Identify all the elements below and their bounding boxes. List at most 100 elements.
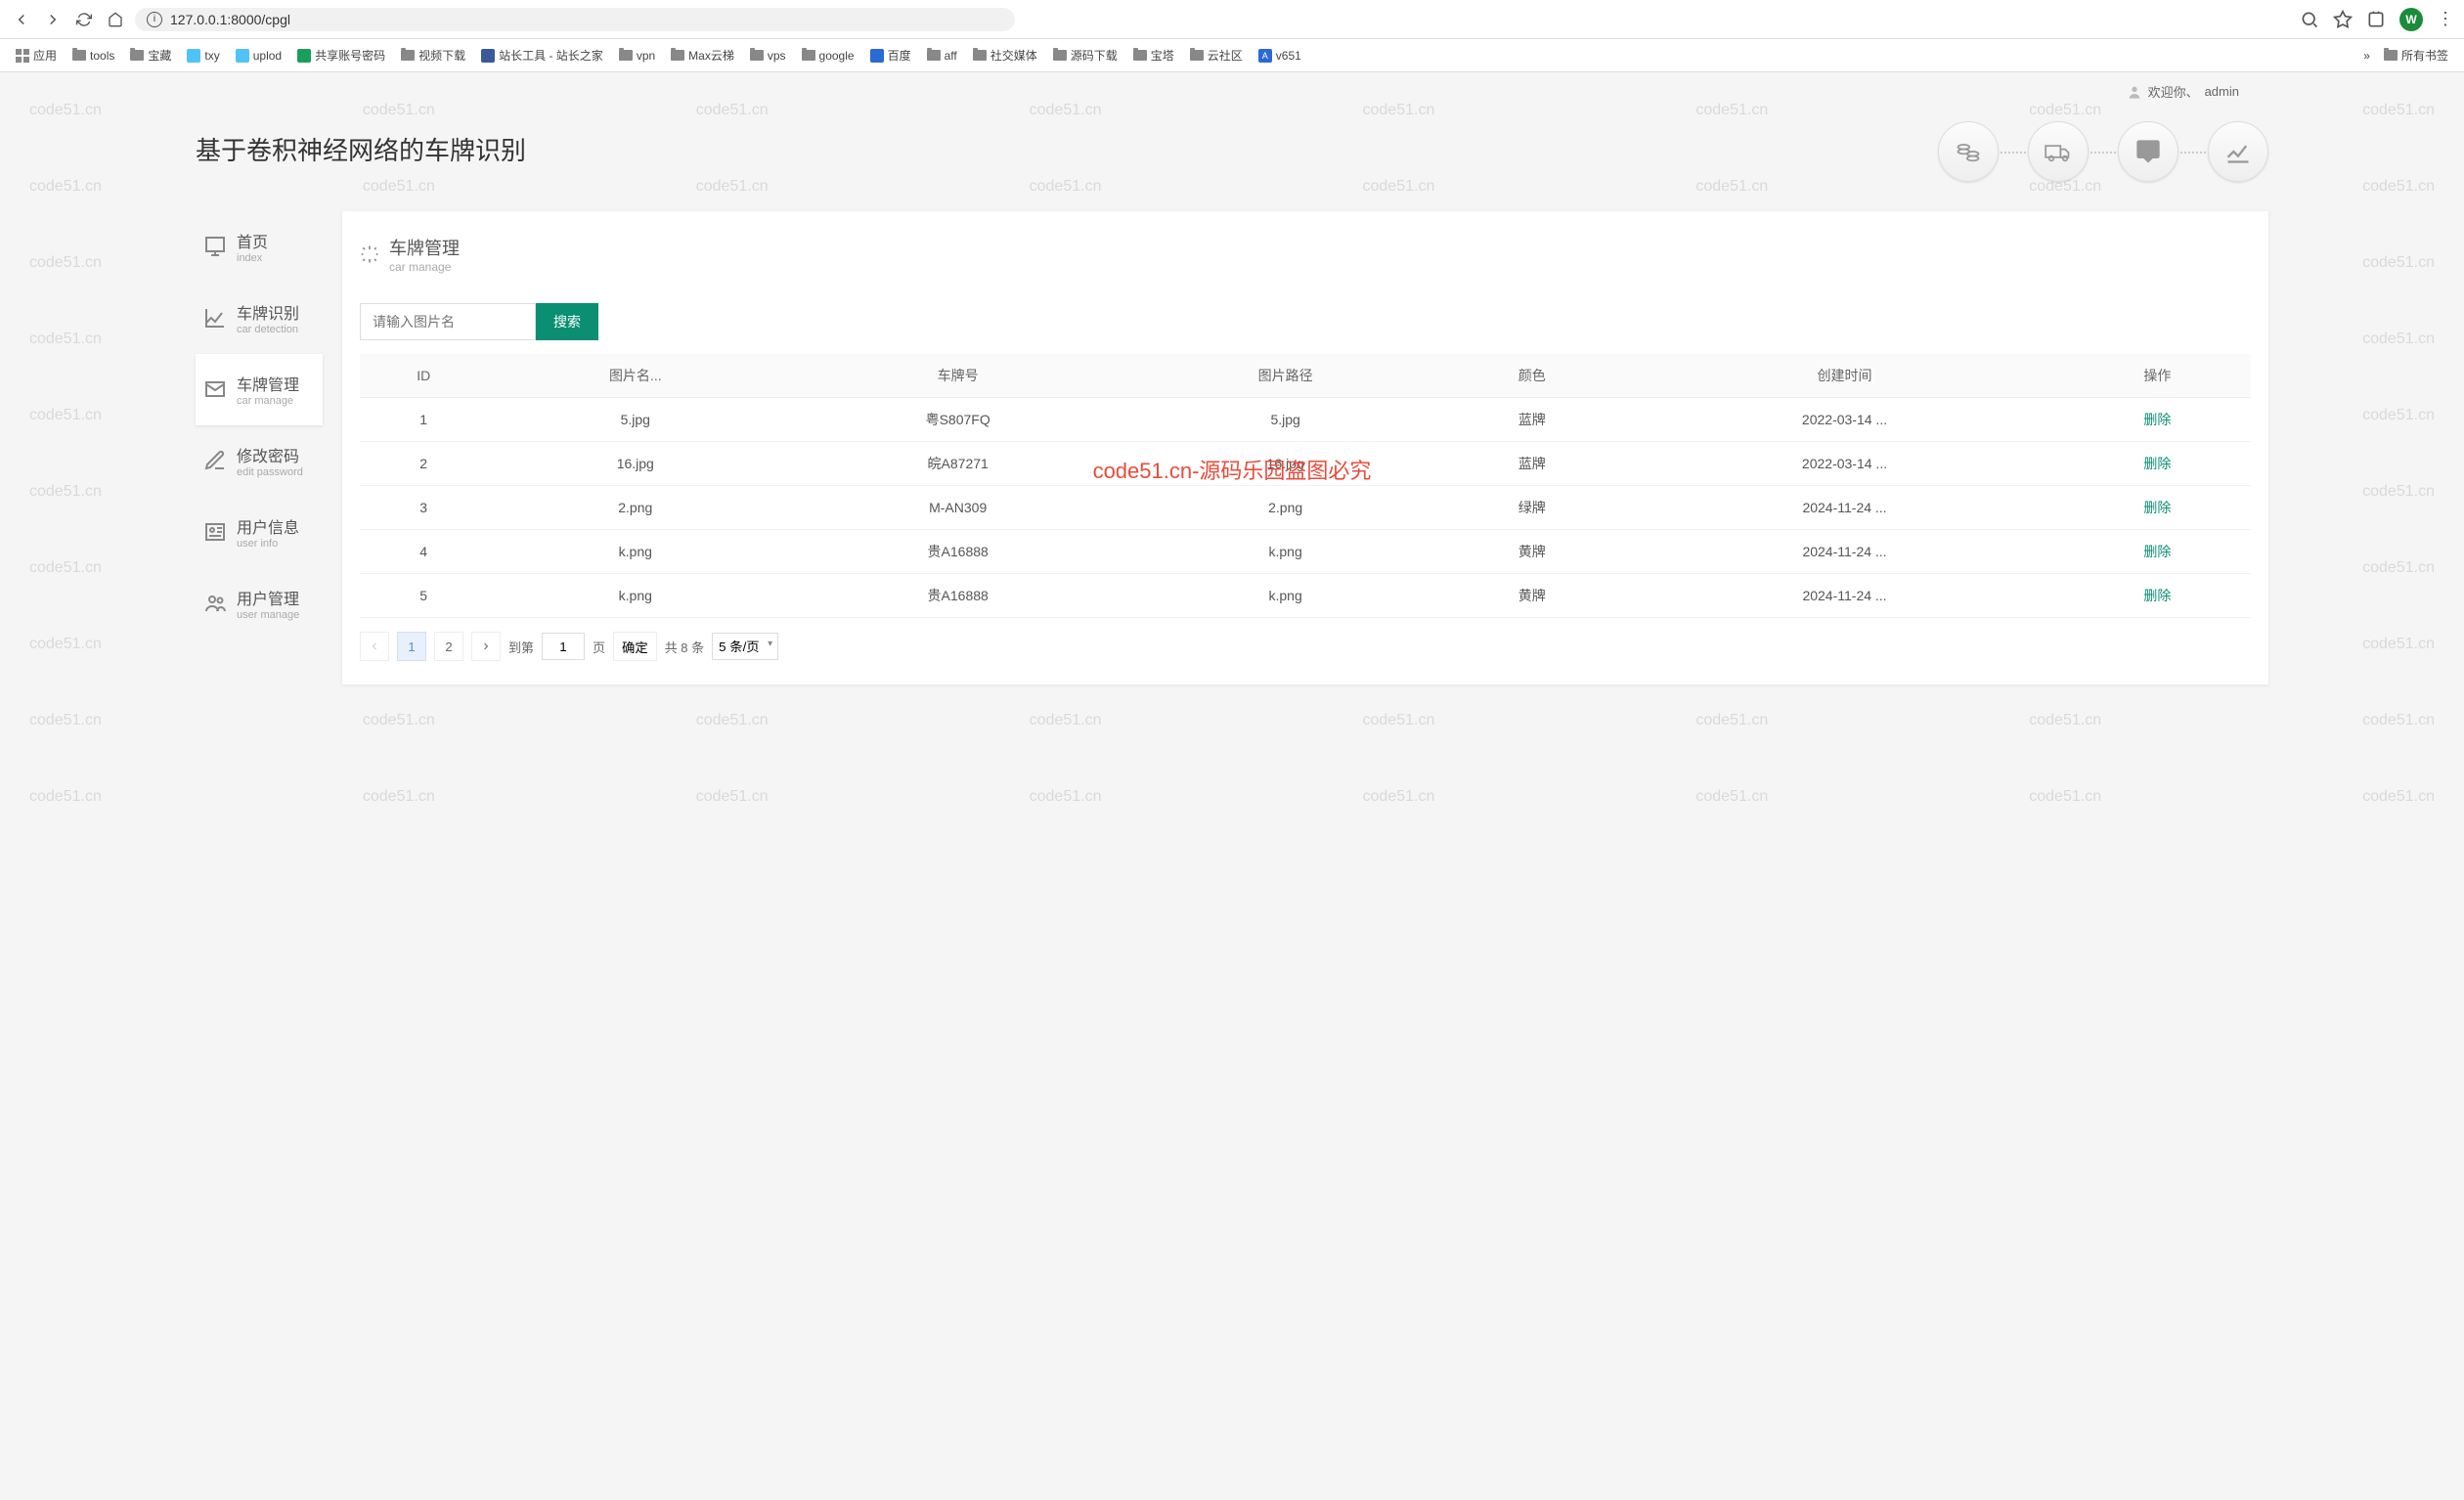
- bookmark-uplod[interactable]: uplod: [230, 45, 287, 66]
- cell-created: 2022-03-14 ...: [1625, 398, 2063, 442]
- delete-link[interactable]: 删除: [2143, 456, 2171, 471]
- table-row: 4 k.png 贵A16888 k.png 黄牌 2024-11-24 ... …: [360, 530, 2251, 574]
- cell-id: 5: [360, 574, 487, 618]
- bookmark-zhanzhang[interactable]: 站长工具 - 站长之家: [475, 43, 609, 67]
- cell-id: 4: [360, 530, 487, 574]
- sidebar-item-index[interactable]: 首页index: [196, 211, 323, 283]
- app-title: 基于卷积神经网络的车牌识别: [196, 131, 526, 167]
- plates-table: ID 图片名... 车牌号 图片路径 颜色 创建时间 操作 1 5.jpg 粤S…: [360, 354, 2251, 618]
- page-next[interactable]: [471, 632, 501, 661]
- cell-plate: 粤S807FQ: [783, 398, 1132, 442]
- profile-avatar[interactable]: W: [2399, 8, 2423, 31]
- sidebar-item-detection[interactable]: 车牌识别car detection: [196, 283, 323, 354]
- bookmark-cloud[interactable]: 云社区: [1184, 43, 1249, 67]
- delete-link[interactable]: 删除: [2143, 588, 2171, 603]
- cell-path: 16.jpg: [1132, 442, 1438, 486]
- sidebar-item-userinfo[interactable]: 用户信息user info: [196, 497, 323, 568]
- sidebar-item-usermanage[interactable]: 用户管理user manage: [196, 568, 323, 640]
- cell-color: 绿牌: [1438, 486, 1625, 530]
- table-row: 2 16.jpg 皖A87271 16.jpg 蓝牌 2022-03-14 ..…: [360, 442, 2251, 486]
- bookmark-tools[interactable]: tools: [66, 45, 120, 66]
- cell-color: 蓝牌: [1438, 398, 1625, 442]
- bookmark-all[interactable]: 所有书签: [2378, 43, 2454, 67]
- bookmark-overflow[interactable]: »: [2363, 49, 2370, 63]
- cell-path: k.png: [1132, 574, 1438, 618]
- envelope-icon: [203, 377, 227, 401]
- shortcut-chart-icon[interactable]: [2208, 121, 2268, 182]
- bookmark-google[interactable]: google: [796, 45, 860, 66]
- col-color: 颜色: [1438, 354, 1625, 398]
- panel-header-icon: [360, 244, 379, 264]
- cell-created: 2022-03-14 ...: [1625, 442, 2063, 486]
- edit-icon: [203, 449, 227, 472]
- browser-menu-icon[interactable]: ⋮: [2437, 9, 2454, 29]
- sidebar-item-password[interactable]: 修改密码edit password: [196, 425, 323, 497]
- cell-name: 2.png: [487, 486, 783, 530]
- bookmark-social[interactable]: 社交媒体: [967, 43, 1043, 67]
- bookmark-txy[interactable]: txy: [181, 45, 225, 66]
- bookmark-video-dl[interactable]: 视频下载: [395, 43, 471, 67]
- table-row: 5 k.png 贵A16888 k.png 黄牌 2024-11-24 ... …: [360, 574, 2251, 618]
- cell-plate: 贵A16888: [783, 530, 1132, 574]
- total-count: 共 8 条: [665, 638, 704, 656]
- cell-name: k.png: [487, 574, 783, 618]
- cell-id: 3: [360, 486, 487, 530]
- shortcut-truck-icon[interactable]: [2028, 121, 2089, 182]
- bookmark-max[interactable]: Max云梯: [665, 43, 740, 67]
- cell-plate: 皖A87271: [783, 442, 1132, 486]
- goto-input[interactable]: [542, 633, 585, 660]
- search-icon[interactable]: [2300, 10, 2319, 29]
- header-shortcut-icons: [1938, 121, 2268, 182]
- star-icon[interactable]: [2333, 10, 2353, 29]
- goto-label: 到第: [508, 638, 534, 656]
- sidebar: 首页index 车牌识别car detection 车牌管理car manage…: [196, 211, 323, 684]
- id-card-icon: [203, 520, 227, 544]
- table-row: 1 5.jpg 粤S807FQ 5.jpg 蓝牌 2022-03-14 ... …: [360, 398, 2251, 442]
- cell-path: 2.png: [1132, 486, 1438, 530]
- cell-path: 5.jpg: [1132, 398, 1438, 442]
- bookmark-shared-pwd[interactable]: 共享账号密码: [291, 43, 391, 67]
- goto-confirm[interactable]: 确定: [613, 632, 657, 661]
- bookmark-vps[interactable]: vps: [744, 45, 792, 66]
- search-input[interactable]: [360, 303, 536, 340]
- page-unit: 页: [593, 638, 605, 656]
- back-button[interactable]: [10, 8, 33, 31]
- username[interactable]: admin: [2205, 84, 2239, 99]
- bookmark-vpn[interactable]: vpn: [613, 45, 661, 66]
- panel-header: 车牌管理car manage: [360, 235, 2251, 274]
- shortcut-chat-icon[interactable]: [2118, 121, 2178, 182]
- cell-created: 2024-11-24 ...: [1625, 486, 2063, 530]
- bookmark-apps[interactable]: 应用: [10, 43, 63, 67]
- bookmark-baozang[interactable]: 宝藏: [124, 43, 177, 67]
- user-icon: [2127, 84, 2142, 100]
- delete-link[interactable]: 删除: [2143, 500, 2171, 515]
- bookmark-source-dl[interactable]: 源码下载: [1047, 43, 1123, 67]
- bookmark-baota[interactable]: 宝塔: [1127, 43, 1180, 67]
- forward-button[interactable]: [41, 8, 65, 31]
- page-prev[interactable]: [360, 632, 389, 661]
- home-icon: [203, 235, 227, 258]
- search-button[interactable]: 搜索: [536, 303, 598, 340]
- shortcut-coins-icon[interactable]: [1938, 121, 1999, 182]
- pagination: 1 2 到第 页 确定 共 8 条 5 条/页: [360, 632, 2251, 661]
- sidebar-item-manage[interactable]: 车牌管理car manage: [196, 354, 323, 425]
- page-2[interactable]: 2: [434, 632, 463, 661]
- cell-created: 2024-11-24 ...: [1625, 574, 2063, 618]
- delete-link[interactable]: 删除: [2143, 412, 2171, 427]
- bookmark-v651[interactable]: Av651: [1253, 45, 1307, 66]
- cell-name: 5.jpg: [487, 398, 783, 442]
- home-button[interactable]: [104, 8, 127, 31]
- site-info-icon[interactable]: i: [147, 12, 162, 27]
- extensions-icon[interactable]: [2366, 10, 2386, 29]
- per-page-select[interactable]: 5 条/页: [712, 633, 778, 660]
- delete-link[interactable]: 删除: [2143, 544, 2171, 559]
- bookmark-aff[interactable]: aff: [921, 45, 963, 66]
- cell-plate: 贵A16888: [783, 574, 1132, 618]
- page-1[interactable]: 1: [397, 632, 426, 661]
- cell-name: 16.jpg: [487, 442, 783, 486]
- chart-line-icon: [203, 306, 227, 330]
- reload-button[interactable]: [72, 8, 96, 31]
- bookmark-baidu[interactable]: 百度: [864, 43, 917, 67]
- url-text: 127.0.0.1:8000/cpgl: [170, 12, 1003, 27]
- address-bar[interactable]: i 127.0.0.1:8000/cpgl: [135, 8, 1015, 31]
